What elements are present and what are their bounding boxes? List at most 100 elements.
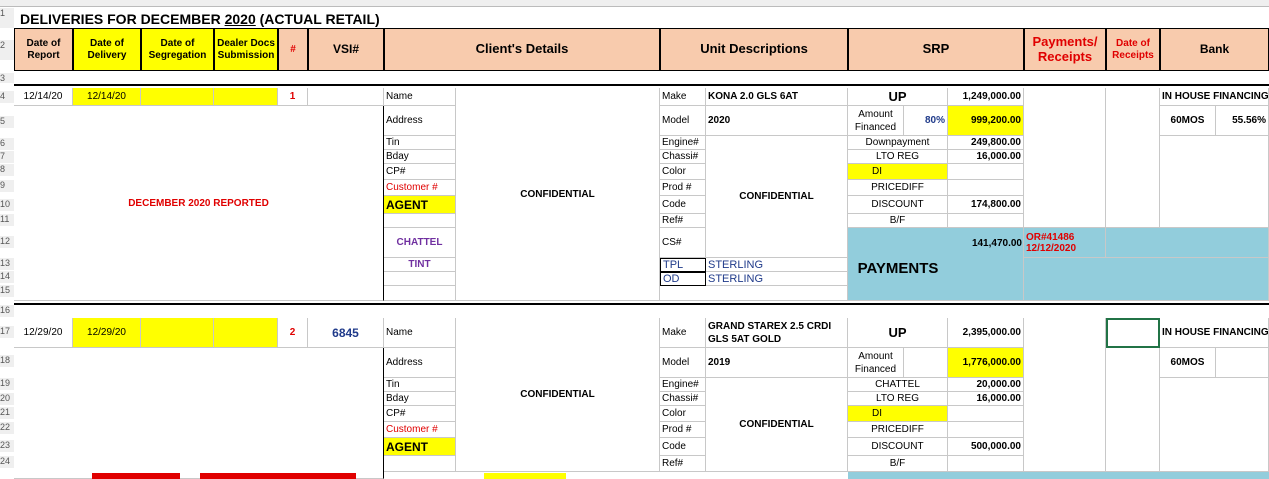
unit-label-model[interactable]: Model [660, 348, 706, 378]
srp-label-amount-financed[interactable]: Amount Financed [848, 106, 904, 136]
srp-label-pricediff[interactable]: PRICEDIFF [848, 180, 948, 196]
client-label-customer[interactable]: Customer # [384, 180, 456, 196]
header-bank[interactable]: Bank [1160, 28, 1269, 71]
unit-label-color[interactable]: Color [660, 164, 706, 180]
unit-label-ref[interactable]: Ref# [660, 456, 706, 472]
cell-dealer-docs[interactable] [214, 88, 278, 106]
srp-label-up[interactable]: UP [848, 318, 948, 348]
client-label-agent[interactable]: AGENT [384, 196, 456, 214]
srp-label-di[interactable]: DI [848, 406, 948, 422]
srp-lto-value[interactable]: 16,000.00 [948, 150, 1024, 164]
header-dealer-docs[interactable]: Dealer Docs Submission [214, 28, 278, 71]
cell-num[interactable]: 2 [278, 318, 308, 348]
srp-label-amount-financed[interactable]: Amount Financed [848, 348, 904, 378]
header-date-of-receipts[interactable]: Date of Receipts [1106, 28, 1160, 71]
srp-financed-value[interactable]: 1,776,000.00 [948, 348, 1024, 378]
client-blank[interactable] [384, 456, 456, 472]
srp-label-bf[interactable]: B/F [848, 214, 948, 228]
unit-label-engine[interactable]: Engine# [660, 136, 706, 150]
srp-label-discount[interactable]: DISCOUNT [848, 196, 948, 214]
unit-label-code[interactable]: Code [660, 196, 706, 214]
client-label-cp[interactable]: CP# [384, 406, 456, 422]
unit-label-prod[interactable]: Prod # [660, 180, 706, 196]
srp-label-chattel[interactable]: CHATTEL [848, 378, 948, 392]
header-date-of-delivery[interactable]: Date of Delivery [73, 28, 141, 71]
unit-label-color[interactable]: Color [660, 406, 706, 422]
receipts-blue-cells[interactable] [1106, 228, 1269, 258]
unit-confidential[interactable]: CONFIDENTIAL [706, 136, 848, 258]
srp-bf-value[interactable] [948, 456, 1024, 472]
unit-make-value[interactable]: GRAND STAREX 2.5 CRDI GLS 5AT GOLD [706, 318, 848, 348]
payment-value[interactable]: 141,470.00 [948, 228, 1024, 258]
client-label-tin[interactable]: Tin [384, 378, 456, 392]
unit-model-value[interactable]: 2020 [706, 106, 848, 136]
red-fill-cell[interactable] [200, 473, 356, 479]
reported-note[interactable]: DECEMBER 2020 REPORTED [14, 106, 384, 301]
unit-label-engine[interactable]: Engine# [660, 378, 706, 392]
srp-label-lto[interactable]: LTO REG [848, 392, 948, 406]
srp-label-lto[interactable]: LTO REG [848, 150, 948, 164]
header-client-details[interactable]: Client's Details [384, 28, 660, 71]
client-label-agent[interactable]: AGENT [384, 438, 456, 456]
srp-discount-value[interactable]: 500,000.00 [948, 438, 1024, 456]
client-confidential[interactable]: CONFIDENTIAL [456, 318, 660, 472]
unit-label-ref[interactable]: Ref# [660, 214, 706, 228]
bank-term[interactable]: 60MOS [1160, 106, 1216, 136]
bank-blank[interactable] [1160, 136, 1269, 228]
client-label-bday[interactable]: Bday [384, 150, 456, 164]
srp-lto-value[interactable]: 16,000.00 [948, 392, 1024, 406]
cell-date-delivery[interactable]: 12/29/20 [73, 318, 141, 348]
unit-label-chassis[interactable]: Chassi# [660, 150, 706, 164]
client-label-bday[interactable]: Bday [384, 392, 456, 406]
selected-cell[interactable] [1106, 318, 1160, 348]
client-label-name[interactable]: Name [384, 318, 456, 348]
cell-dealer-docs[interactable] [214, 318, 278, 348]
client-tint[interactable]: TINT [384, 258, 456, 272]
receipts-date-col[interactable] [1106, 88, 1160, 228]
srp-label-di[interactable]: DI [848, 164, 948, 180]
unit-label-chassis[interactable]: Chassi# [660, 392, 706, 406]
unit-label-code[interactable]: Code [660, 438, 706, 456]
client-confidential[interactable]: CONFIDENTIAL [456, 88, 660, 301]
cell-vsi[interactable] [308, 88, 384, 106]
cell-vsi[interactable]: 6845 [308, 318, 384, 348]
unit-label-make[interactable]: Make [660, 88, 706, 106]
bank-rate[interactable]: 55.56% [1216, 106, 1269, 136]
client-blank[interactable] [384, 214, 456, 228]
srp-pricediff-value[interactable] [948, 180, 1024, 196]
srp-percent[interactable] [904, 348, 948, 378]
srp-discount-value[interactable]: 174,800.00 [948, 196, 1024, 214]
client-label-name[interactable]: Name [384, 88, 456, 106]
unit-od-value[interactable]: STERLING [706, 272, 848, 286]
cell-date-report[interactable]: 12/29/20 [14, 318, 73, 348]
client-blank[interactable] [384, 272, 456, 286]
header-unit-descriptions[interactable]: Unit Descriptions [660, 28, 848, 71]
unit-label-model[interactable]: Model [660, 106, 706, 136]
srp-bf-value[interactable] [948, 214, 1024, 228]
unit-make-value[interactable]: KONA 2.0 GLS 6AT [706, 88, 848, 106]
unit-label-od[interactable]: OD [660, 272, 706, 286]
client-label-address[interactable]: Address [384, 106, 456, 136]
client-label-customer[interactable]: Customer # [384, 422, 456, 438]
srp-di-value[interactable] [948, 164, 1024, 180]
blank-area[interactable] [14, 348, 384, 479]
cell-num[interactable]: 1 [278, 88, 308, 106]
unit-label-prod[interactable]: Prod # [660, 422, 706, 438]
payments-col[interactable] [1024, 318, 1106, 472]
bank-rate[interactable] [1216, 348, 1269, 378]
srp-up-value[interactable]: 2,395,000.00 [948, 318, 1024, 348]
srp-di-value[interactable] [948, 406, 1024, 422]
srp-label-downpayment[interactable]: Downpayment [848, 136, 948, 150]
header-vsi[interactable]: VSI# [308, 28, 384, 71]
unit-tpl-value[interactable]: STERLING [706, 258, 848, 272]
cell-date-segregation[interactable] [141, 88, 214, 106]
unit-label-cs[interactable]: CS# [660, 228, 706, 258]
srp-pricediff-value[interactable] [948, 422, 1024, 438]
yellow-fill-cell[interactable] [484, 473, 566, 479]
unit-label-tpl[interactable]: TPL [660, 258, 706, 272]
header-date-of-segregation[interactable]: Date of Segregation [141, 28, 214, 71]
payments-col[interactable] [1024, 88, 1106, 228]
srp-percent[interactable]: 80% [904, 106, 948, 136]
sheet-title[interactable]: DELIVERIES FOR DECEMBER 2020 (ACTUAL RET… [18, 8, 538, 30]
red-fill-cell[interactable] [92, 473, 180, 479]
